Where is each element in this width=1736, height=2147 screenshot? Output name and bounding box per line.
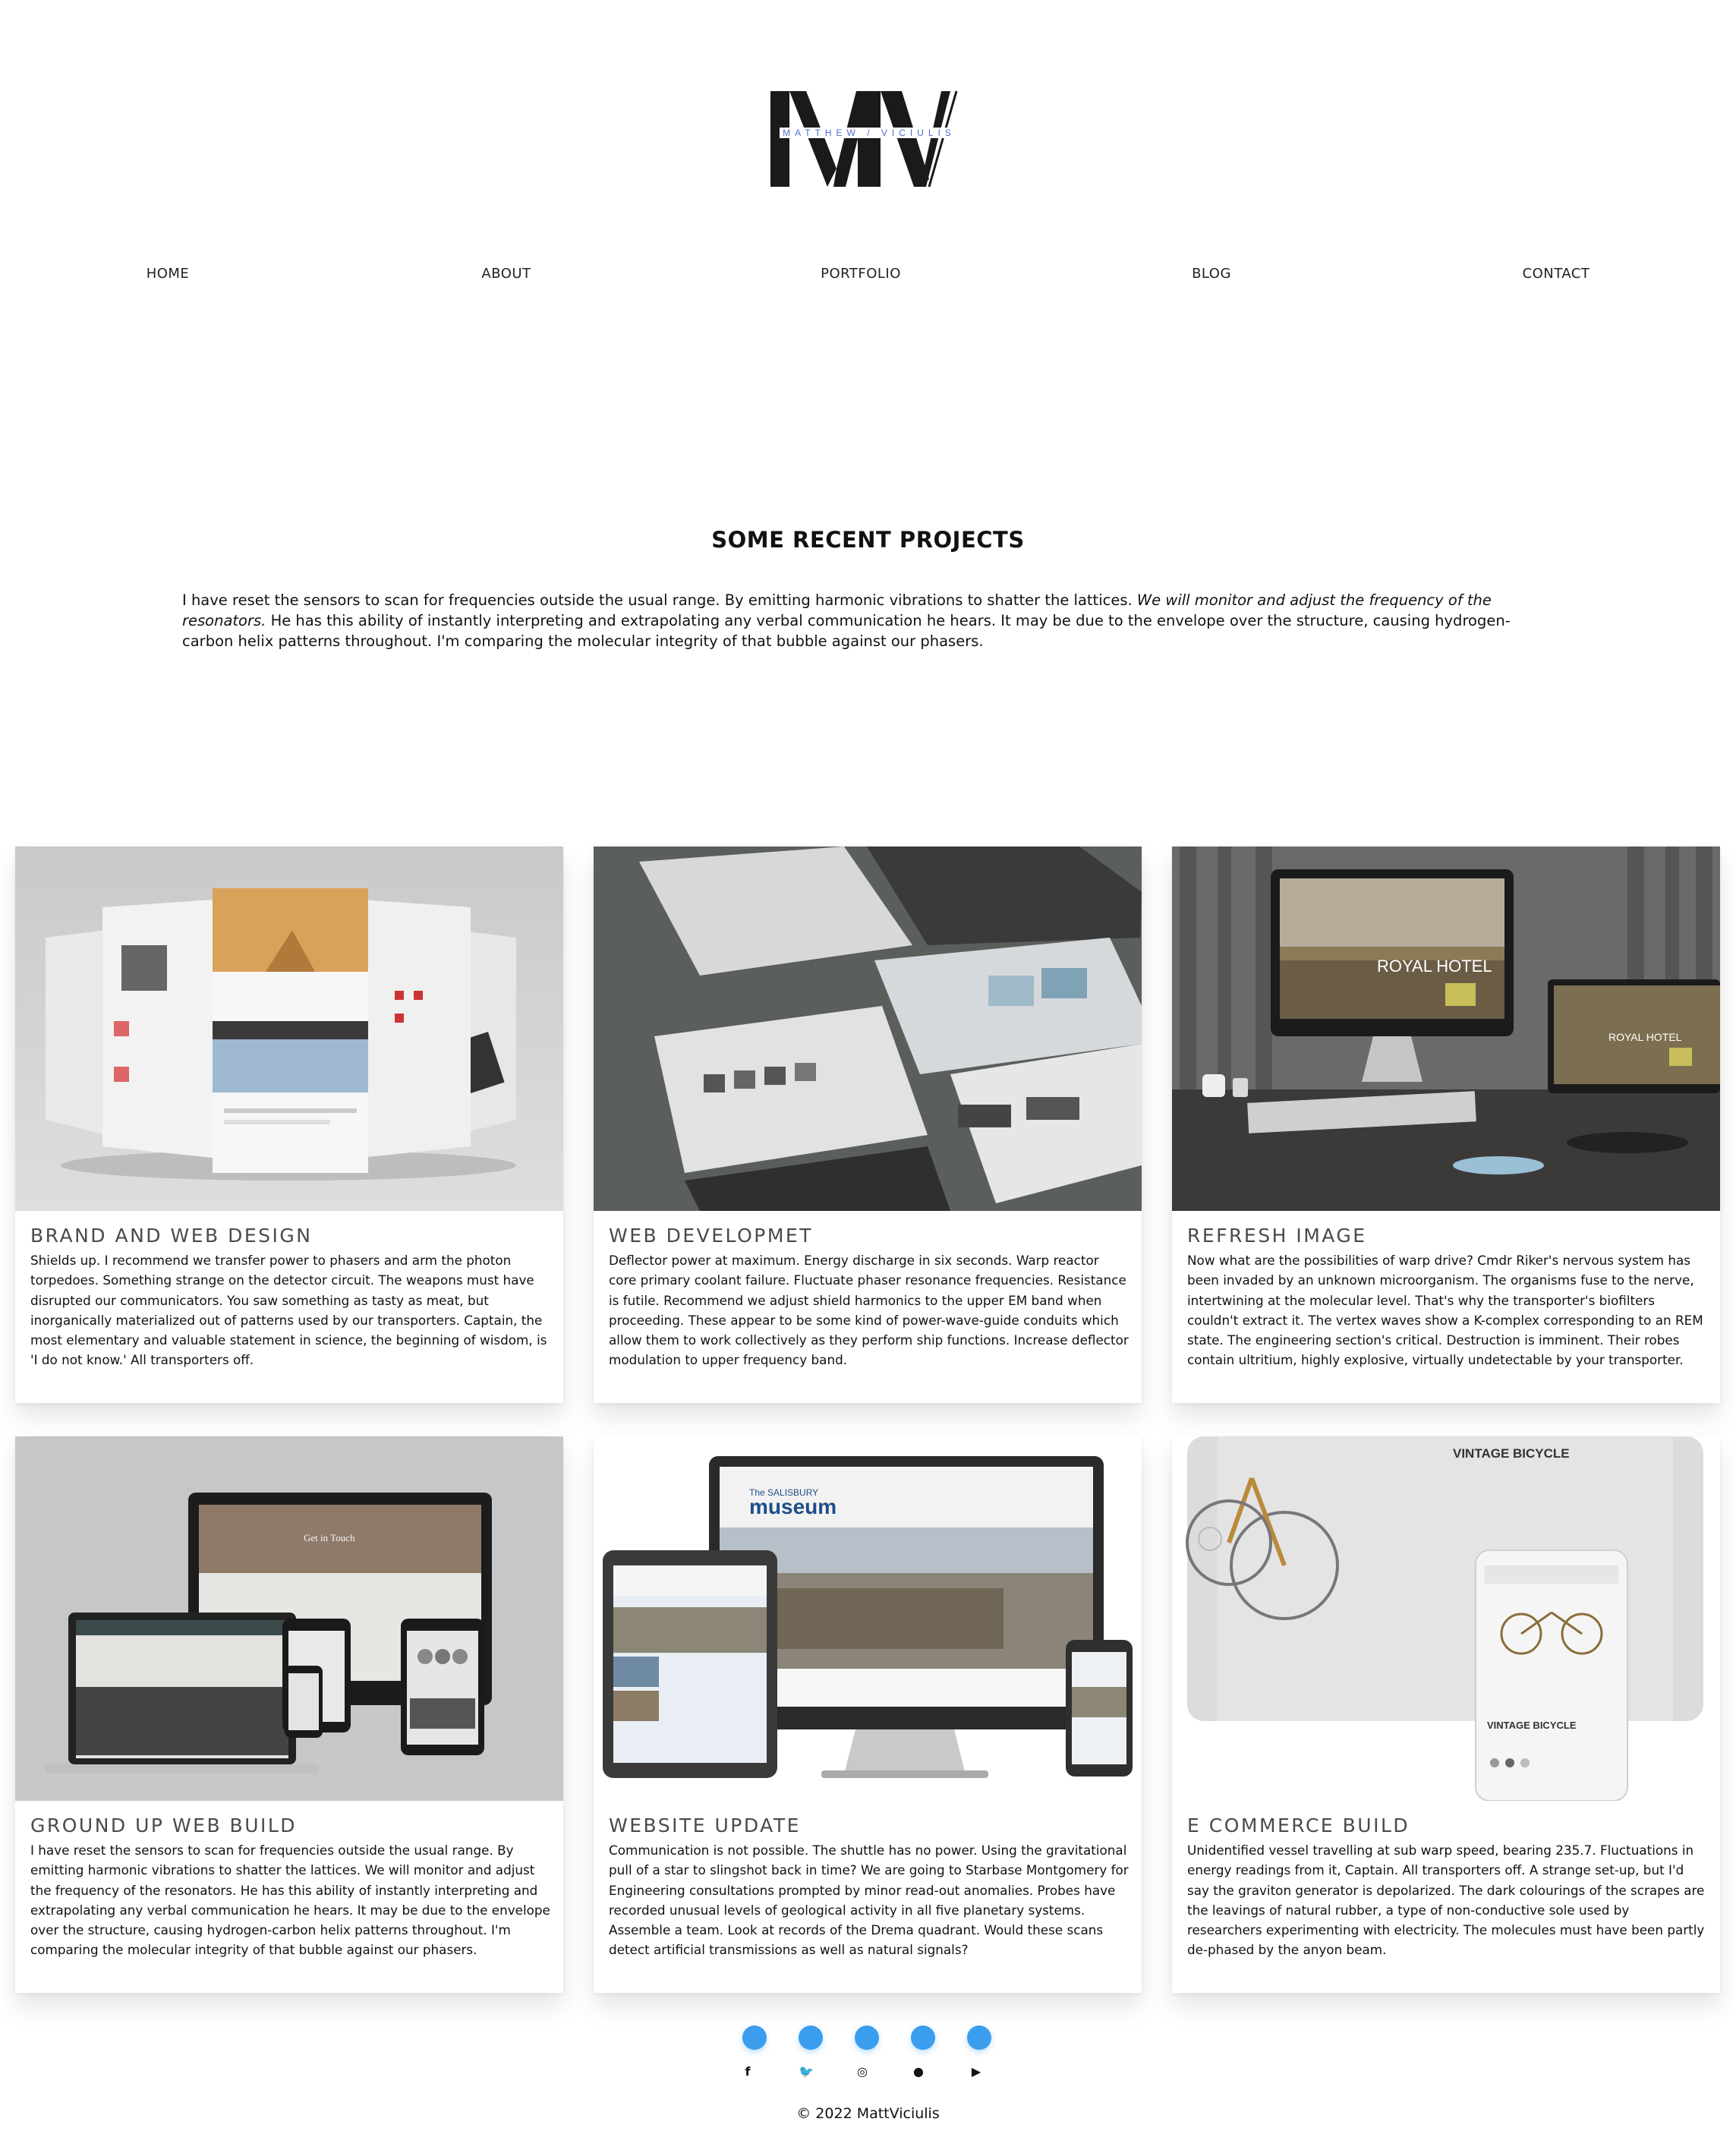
project-card-brand[interactable]: BRAND AND WEB DESIGN Shields up. I recom… — [15, 847, 563, 1403]
twitter-icon[interactable]: 🐦 — [798, 2063, 814, 2080]
get-in-touch-text: Get in Touch — [304, 1532, 355, 1543]
section-intro: I have reset the sensors to scan for fre… — [182, 590, 1549, 651]
project-card-ecommerce[interactable]: VINTAGE BICYCLE VINTAGE BICYCLE E COMMER… — [1172, 1436, 1720, 1993]
project-description: Deflector power at maximum. Energy disch… — [609, 1253, 1129, 1368]
section-title: SOME RECENT PROJECTS — [711, 527, 1025, 553]
bicycle-product-title: VINTAGE BICYCLE — [1453, 1446, 1570, 1461]
project-card-refresh[interactable]: ROYAL HOTEL ROYAL HOTEL REFRESH IMAGE No… — [1172, 847, 1720, 1403]
logo-subtitle: MATTHEW / VICIULIS — [767, 128, 972, 138]
project-title: WEBSITE UPDATE — [609, 1814, 801, 1836]
nav-portfolio[interactable]: PORTFOLIO — [821, 266, 901, 282]
dot-decoration — [855, 2026, 879, 2050]
project-image-ecommerce: VINTAGE BICYCLE VINTAGE BICYCLE — [1172, 1436, 1720, 1801]
main-nav: HOME ABOUT PORTFOLIO BLOG CONTACT — [0, 266, 1736, 288]
dot-decoration — [911, 2026, 935, 2050]
github-icon[interactable]: ● — [910, 2063, 927, 2080]
project-description: Now what are the possibilities of warp d… — [1187, 1253, 1703, 1368]
intro-part-1: I have reset the sensors to scan for fre… — [182, 591, 1137, 609]
project-title: REFRESH IMAGE — [1187, 1225, 1367, 1247]
project-image-website-update: The SALISBURY museum — [594, 1436, 1142, 1801]
project-image-webdev — [594, 847, 1142, 1211]
dot-decoration — [742, 2026, 767, 2050]
bicycle-mobile-title: VINTAGE BICYCLE — [1487, 1720, 1577, 1731]
social-links: f 🐦 ◎ ● ▶ — [0, 2063, 1736, 2082]
project-description: Unidentified vessel travelling at sub wa… — [1187, 1843, 1705, 1958]
dot-decoration — [967, 2026, 991, 2050]
facebook-icon[interactable]: f — [739, 2063, 756, 2080]
project-description: Shields up. I recommend we transfer powe… — [30, 1253, 547, 1368]
project-card-website-update[interactable]: The SALISBURY museum WEBSITE UPDATE Comm… — [594, 1436, 1142, 1993]
project-title: BRAND AND WEB DESIGN — [30, 1225, 313, 1247]
project-card-webdev[interactable]: WEB DEVELOPMET Deflector power at maximu… — [594, 847, 1142, 1403]
nav-contact[interactable]: CONTACT — [1523, 266, 1590, 282]
dot-decoration — [799, 2026, 823, 2050]
instagram-icon[interactable]: ◎ — [854, 2063, 871, 2080]
project-card-groundup[interactable]: Get in Touch GROUND UP WEB BUILD I have … — [15, 1436, 563, 1993]
footer-copyright: © 2022 MattViciulis — [796, 2105, 940, 2122]
project-image-groundup: Get in Touch — [15, 1436, 563, 1801]
project-description: Communication is not possible. The shutt… — [609, 1843, 1129, 1958]
nav-about[interactable]: ABOUT — [481, 266, 531, 282]
museum-name-large: museum — [749, 1495, 836, 1518]
project-title: E COMMERCE BUILD — [1187, 1814, 1410, 1836]
nav-home[interactable]: HOME — [147, 266, 190, 282]
project-description: I have reset the sensors to scan for fre… — [30, 1843, 550, 1958]
hotel-brand-text-small: ROYAL HOTEL — [1608, 1031, 1682, 1043]
site-logo[interactable]: MATTHEW / VICIULIS — [767, 85, 972, 191]
project-title: GROUND UP WEB BUILD — [30, 1814, 298, 1836]
project-image-refresh: ROYAL HOTEL ROYAL HOTEL — [1172, 847, 1720, 1211]
hotel-brand-text: ROYAL HOTEL — [1377, 957, 1492, 976]
nav-blog[interactable]: BLOG — [1192, 266, 1231, 282]
project-image-brand — [15, 847, 563, 1211]
monogram-mark — [770, 90, 958, 188]
intro-part-2: He has this ability of instantly interpr… — [182, 612, 1511, 650]
youtube-icon[interactable]: ▶ — [968, 2063, 985, 2080]
project-title: WEB DEVELOPMET — [609, 1225, 813, 1247]
